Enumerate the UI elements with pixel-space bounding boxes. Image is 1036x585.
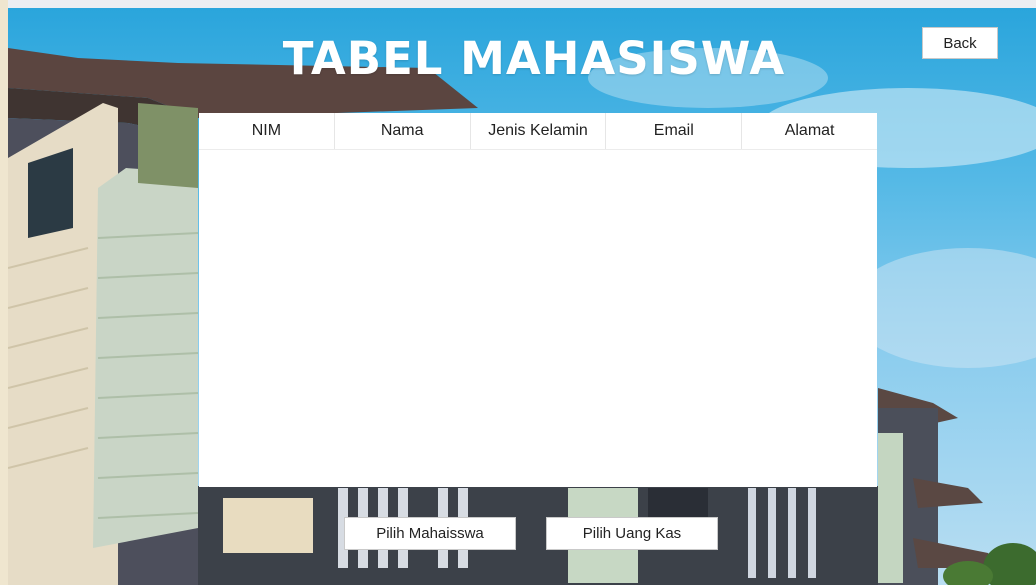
table-header: NIM Nama Jenis Kelamin Email Alamat <box>199 113 877 150</box>
column-header-nama[interactable]: Nama <box>335 113 471 149</box>
column-header-alamat[interactable]: Alamat <box>742 113 877 149</box>
mahasiswa-table[interactable]: NIM Nama Jenis Kelamin Email Alamat <box>199 113 877 487</box>
pilih-uang-kas-button[interactable]: Pilih Uang Kas <box>546 517 718 550</box>
window-left-border <box>0 0 8 585</box>
back-button[interactable]: Back <box>922 27 998 59</box>
pilih-mahasiswa-button[interactable]: Pilih Mahaisswa <box>344 517 516 550</box>
app-window: TABEL MAHASISWA Back NIM Nama Jenis Kela… <box>0 0 1036 585</box>
column-header-nim[interactable]: NIM <box>199 113 335 149</box>
column-header-email[interactable]: Email <box>606 113 743 149</box>
table-body[interactable] <box>199 150 877 487</box>
content-area: TABEL MAHASISWA Back NIM Nama Jenis Kela… <box>8 8 1036 585</box>
column-header-jenis-kelamin[interactable]: Jenis Kelamin <box>471 113 607 149</box>
window-top-border <box>0 0 1036 8</box>
page-title: TABEL MAHASISWA <box>282 32 786 85</box>
